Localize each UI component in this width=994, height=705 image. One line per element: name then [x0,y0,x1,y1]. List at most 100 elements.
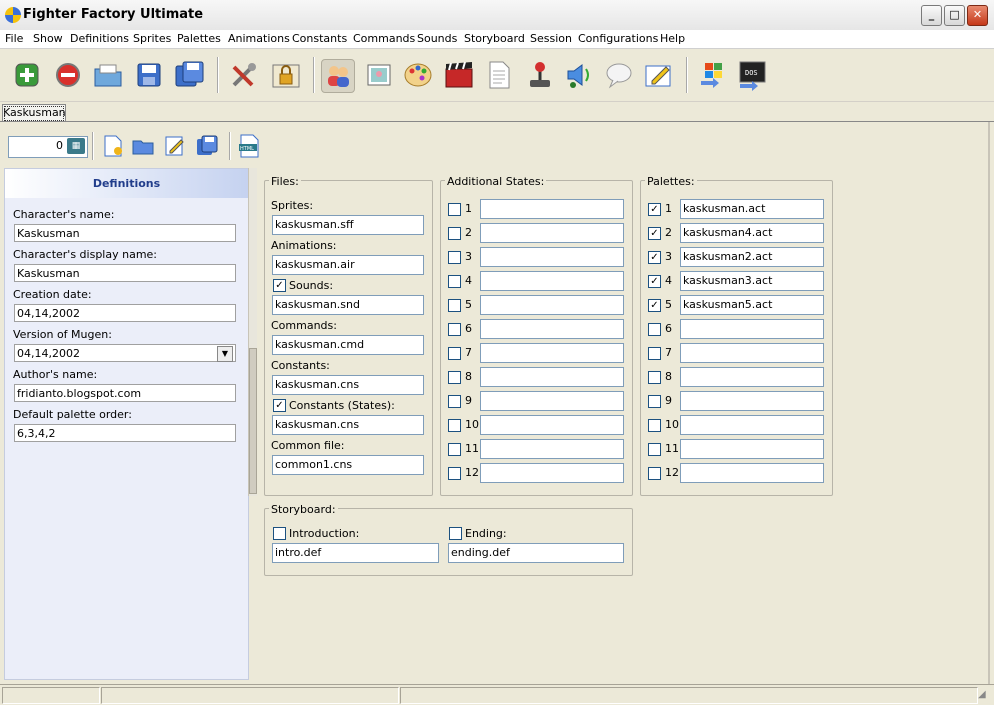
sounds-checkbox[interactable]: ✓ [273,279,286,292]
menu-sounds[interactable]: Sounds [415,30,459,48]
close-button[interactable]: ✕ [967,5,988,26]
storyboard-button[interactable] [603,59,635,91]
session-button[interactable] [643,59,675,91]
calculator-icon[interactable]: ▦ [67,138,85,154]
additional-state-checkbox[interactable] [448,395,461,408]
additional-state-checkbox[interactable] [448,251,461,264]
dos-button[interactable]: DOS [736,59,768,91]
tools-button[interactable] [228,59,260,91]
resize-grip-icon[interactable]: ◢ [978,689,986,700]
palette-checkbox[interactable] [648,347,661,360]
additional-state-checkbox[interactable] [448,227,461,240]
menu-configurations[interactable]: Configurations [576,30,660,48]
additional-state-checkbox[interactable] [448,299,461,312]
palette-checkbox[interactable] [648,443,661,456]
palette-input[interactable]: kaskusman4.act [680,223,824,243]
additional-state-input[interactable] [480,247,624,267]
additional-state-checkbox[interactable] [448,347,461,360]
palette-input[interactable] [680,439,824,459]
palette-input[interactable] [680,319,824,339]
additional-state-checkbox[interactable] [448,443,461,456]
display-name-input[interactable]: Kaskusman [14,264,236,282]
introduction-input[interactable]: intro.def [272,543,439,563]
close-project-button[interactable] [52,59,84,91]
new-button[interactable] [11,59,43,91]
constants-states-checkbox[interactable]: ✓ [273,399,286,412]
menu-sprites[interactable]: Sprites [131,30,173,48]
sounds-file-input[interactable]: kaskusman.snd [272,295,424,315]
palette-checkbox[interactable] [648,395,661,408]
palette-checkbox[interactable] [648,323,661,336]
menu-help[interactable]: Help [658,30,687,48]
additional-state-input[interactable] [480,343,624,363]
palette-input[interactable]: kaskusman.act [680,199,824,219]
menu-show[interactable]: Show [31,30,65,48]
scrollbar-thumb[interactable] [249,348,257,494]
save-all-button[interactable] [174,59,206,91]
palette-input[interactable]: kaskusman2.act [680,247,824,267]
commands-file-input[interactable]: kaskusman.cmd [272,335,424,355]
new-file-button[interactable] [101,134,125,158]
save-button[interactable] [133,59,165,91]
palette-checkbox[interactable] [648,419,661,432]
commands-button[interactable] [524,59,556,91]
palette-checkbox[interactable] [648,371,661,384]
additional-state-checkbox[interactable] [448,467,461,480]
menu-storyboard[interactable]: Storyboard [462,30,527,48]
menu-definitions[interactable]: Definitions [68,30,131,48]
common-file-input[interactable]: common1.cns [272,455,424,475]
additional-state-checkbox[interactable] [448,275,461,288]
html-button[interactable]: HTML [237,134,261,158]
additional-state-input[interactable] [480,391,624,411]
sprites-file-input[interactable]: kaskusman.sff [272,215,424,235]
chevron-down-icon[interactable]: ▼ [217,346,233,362]
palette-input[interactable] [680,343,824,363]
palette-order-input[interactable]: 6,3,4,2 [14,424,236,442]
palette-input[interactable] [680,463,824,483]
additional-state-input[interactable] [480,223,624,243]
palettes-button[interactable] [402,59,434,91]
sounds-button[interactable] [564,59,596,91]
palette-checkbox[interactable]: ✓ [648,251,661,264]
palette-checkbox[interactable]: ✓ [648,275,661,288]
additional-state-input[interactable] [480,271,624,291]
palette-checkbox[interactable]: ✓ [648,203,661,216]
palette-input[interactable]: kaskusman3.act [680,271,824,291]
open-folder-button[interactable] [131,134,155,158]
constants-button[interactable] [483,59,515,91]
constants-states-file-input[interactable]: kaskusman.cns [272,415,424,435]
palette-input[interactable] [680,415,824,435]
ending-checkbox[interactable] [449,527,462,540]
additional-state-input[interactable] [480,415,624,435]
constants-file-input[interactable]: kaskusman.cns [272,375,424,395]
menu-commands[interactable]: Commands [351,30,417,48]
lock-button[interactable] [270,59,302,91]
minimize-button[interactable]: _ [921,5,942,26]
ending-input[interactable]: ending.def [448,543,624,563]
palette-input[interactable] [680,367,824,387]
introduction-checkbox[interactable] [273,527,286,540]
creation-date-input[interactable]: 04,14,2002 [14,304,236,322]
additional-state-input[interactable] [480,439,624,459]
additional-state-input[interactable] [480,199,624,219]
palette-checkbox[interactable]: ✓ [648,299,661,312]
palette-checkbox[interactable]: ✓ [648,227,661,240]
additional-state-input[interactable] [480,319,624,339]
windows-button[interactable] [697,59,729,91]
menu-palettes[interactable]: Palettes [175,30,223,48]
palette-input[interactable]: kaskusman5.act [680,295,824,315]
additional-state-input[interactable] [480,463,624,483]
save-file-button[interactable] [195,134,219,158]
additional-state-checkbox[interactable] [448,419,461,432]
animations-file-input[interactable]: kaskusman.air [272,255,424,275]
additional-state-checkbox[interactable] [448,371,461,384]
additional-state-input[interactable] [480,367,624,387]
characters-button[interactable] [321,59,355,93]
menu-file[interactable]: File [3,30,25,48]
palette-input[interactable] [680,391,824,411]
menu-session[interactable]: Session [528,30,574,48]
maximize-button[interactable]: □ [944,5,965,26]
characters-name-input[interactable]: Kaskusman [14,224,236,242]
sprites-button[interactable] [363,59,395,91]
edit-doc-button[interactable] [163,134,187,158]
